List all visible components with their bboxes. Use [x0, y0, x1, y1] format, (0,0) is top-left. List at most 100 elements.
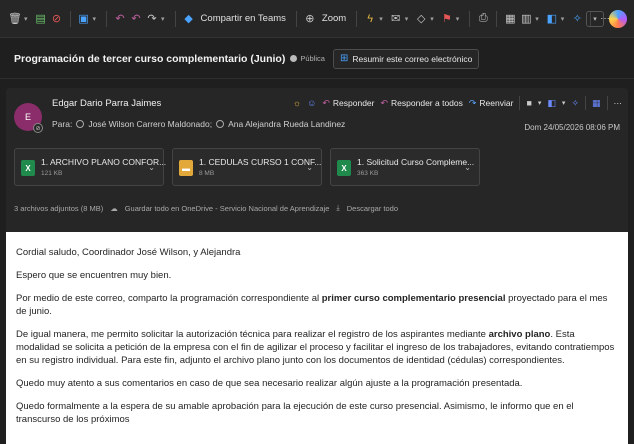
recipient-2[interactable]: Ana Alejandra Rueda Landinez: [228, 119, 345, 129]
apps-icon[interactable]: ◧: [547, 98, 556, 109]
attachment-card[interactable]: ▬ 1. CEDULAS CURSO 1 CONF... 8 MB ⌄: [172, 148, 322, 186]
move-icon[interactable]: ▣: [77, 12, 91, 26]
copilot-icon[interactable]: [609, 10, 627, 28]
attachment-name: 1. CEDULAS CURSO 1 CONF...: [199, 157, 322, 167]
excel-file-icon: X: [337, 160, 351, 176]
divider: [584, 96, 586, 110]
chevron-down-icon[interactable]: ⌄: [306, 163, 313, 172]
tag-icon[interactable]: ◇: [414, 12, 428, 26]
message-pane: E ⊘ Edgar Dario Parra Jaimes Para: José …: [6, 88, 628, 444]
delete-icon[interactable]: 🗑: [8, 12, 22, 26]
excel-file-icon: X: [21, 160, 35, 176]
view-icon[interactable]: ▦: [503, 12, 517, 26]
reply-button[interactable]: ↶ Responder: [322, 98, 374, 109]
reply-all-button[interactable]: ↶ Responder a todos: [381, 98, 463, 109]
attachment-size: 8 MB: [199, 170, 215, 177]
body-paragraph: Quedo formalmente a la espera de su amab…: [16, 401, 574, 425]
body-greeting: Cordial saludo, Coordinador José Wilson,…: [16, 247, 241, 258]
body-paragraph: Quedo muy atento a sus comentarios en ca…: [16, 378, 523, 389]
loop-icon[interactable]: ✧: [571, 98, 579, 109]
summary-icon: ⊞: [339, 53, 349, 64]
divider: [69, 10, 71, 27]
reply-all-label: Responder a todos: [391, 98, 463, 108]
flag-dropdown-icon[interactable]: ▾: [456, 15, 460, 23]
teams-icon[interactable]: ◆: [182, 12, 196, 26]
reply-icon: ↶: [322, 97, 330, 108]
body-text: De igual manera, me permito solicitar la…: [16, 329, 489, 340]
forward-button[interactable]: ↷ Reenviar: [469, 98, 514, 109]
tag-dropdown-icon[interactable]: ▾: [430, 15, 434, 23]
apps-icon[interactable]: ◧: [545, 12, 559, 26]
summarize-email-button[interactable]: ⊞ Resumir este correo electrónico: [332, 48, 480, 69]
body-text: Por medio de este correo, comparto la pr…: [16, 293, 322, 304]
read-unread-icon[interactable]: ✉: [389, 12, 403, 26]
chevron-down-icon[interactable]: ⌄: [464, 163, 471, 172]
ribbon-expand-icon[interactable]: ▾: [586, 11, 604, 27]
recipient-status-icon: [76, 120, 85, 128]
divider: [606, 96, 608, 110]
email-body: Cordial saludo, Coordinador José Wilson,…: [6, 232, 628, 444]
print-icon[interactable]: ⎙: [476, 12, 490, 26]
sun-icon[interactable]: ☼: [293, 98, 301, 108]
divider: [356, 10, 358, 27]
body-bold-text: primer curso complementario presencial: [321, 293, 506, 304]
grid-icon[interactable]: ▦: [592, 98, 601, 109]
body-paragraph: Espero que se encuentren muy bien.: [16, 270, 172, 281]
rules-dropdown-icon[interactable]: ▾: [379, 15, 383, 23]
loop-icon[interactable]: ✧: [570, 12, 584, 26]
sender-name[interactable]: Edgar Dario Parra Jaimes: [52, 98, 161, 109]
delete-dropdown-icon[interactable]: ▾: [24, 15, 28, 23]
move-dropdown-icon[interactable]: ▾: [93, 15, 97, 23]
emoji-icon[interactable]: ☺: [307, 98, 316, 108]
presence-badge-icon: ⊘: [33, 123, 43, 133]
public-icon: [290, 55, 298, 62]
read-dropdown-icon[interactable]: ▾: [405, 15, 409, 23]
attachment-summary: 3 archivos adjuntos (8 MB) ☁ Guardar tod…: [14, 203, 398, 213]
immersive-reader-icon[interactable]: ▥: [519, 12, 533, 26]
body-paragraph: Por medio de este correo, comparto la pr…: [16, 292, 618, 318]
apps-dropdown-icon[interactable]: ▾: [562, 99, 566, 107]
save-onedrive-link[interactable]: Guardar todo en OneDrive - Servicio Naci…: [125, 204, 330, 213]
archive-icon[interactable]: ▤: [34, 12, 48, 26]
attachments-list: X 1. ARCHIVO PLANO CONFOR... 121 KB ⌄ ▬ …: [14, 148, 480, 186]
attachment-size: 121 KB: [41, 170, 63, 177]
summarize-label: Resumir este correo electrónico: [352, 53, 473, 64]
attachment-name: 1. Solicitud Curso Compleme...: [357, 157, 475, 167]
email-subject: Programación de tercer curso complementa…: [14, 52, 286, 65]
divider: [174, 10, 176, 27]
flag-icon[interactable]: ⚑: [440, 12, 454, 26]
forward-dropdown-icon[interactable]: ▾: [161, 15, 165, 23]
reply-label: Responder: [332, 98, 375, 108]
rules-icon[interactable]: ϟ: [363, 12, 377, 26]
apps-dropdown-icon[interactable]: ▾: [561, 15, 565, 23]
message-date: Dom 24/05/2026 08:06 PM: [524, 123, 620, 132]
divider: [295, 10, 297, 27]
attachment-size: 363 KB: [357, 170, 379, 177]
attachment-card[interactable]: X 1. ARCHIVO PLANO CONFOR... 121 KB ⌄: [14, 148, 166, 186]
cloud-icon: ☁: [110, 203, 118, 213]
download-all-link[interactable]: Descargar todo: [347, 204, 398, 213]
message-actions: ☼ ☺ ↶ Responder ↶ Responder a todos ↷ Reenv…: [293, 96, 622, 110]
chat-dropdown-icon[interactable]: ▾: [538, 99, 542, 107]
divider: [496, 10, 498, 27]
divider: [106, 10, 108, 27]
zoom-icon[interactable]: ⊕: [303, 12, 317, 26]
to-label: Para:: [52, 119, 73, 129]
divider: [469, 10, 471, 27]
recipient-1[interactable]: José Wilson Carrero Maldonado;: [88, 119, 212, 129]
attachment-count: 3 archivos adjuntos (8 MB): [14, 203, 104, 213]
download-icon: ⤓: [336, 203, 340, 212]
reply-all-icon[interactable]: ↶: [129, 12, 143, 26]
chevron-down-icon[interactable]: ⌄: [148, 163, 155, 172]
more-actions-button[interactable]: ···: [614, 98, 623, 108]
reply-icon[interactable]: ↶: [113, 12, 127, 26]
report-icon[interactable]: ⊘: [50, 12, 64, 26]
teams-chat-icon[interactable]: ■: [526, 98, 531, 108]
attachment-card[interactable]: X 1. Solicitud Curso Compleme... 363 KB …: [330, 148, 480, 186]
share-teams-button[interactable]: Compartir en Teams: [201, 13, 286, 24]
zoom-button[interactable]: Zoom: [322, 13, 346, 24]
body-bold-text: archivo plano: [488, 329, 551, 340]
reader-dropdown-icon[interactable]: ▾: [535, 15, 539, 23]
forward-icon[interactable]: ↷: [145, 12, 159, 26]
folder-icon: ▬: [179, 160, 193, 176]
